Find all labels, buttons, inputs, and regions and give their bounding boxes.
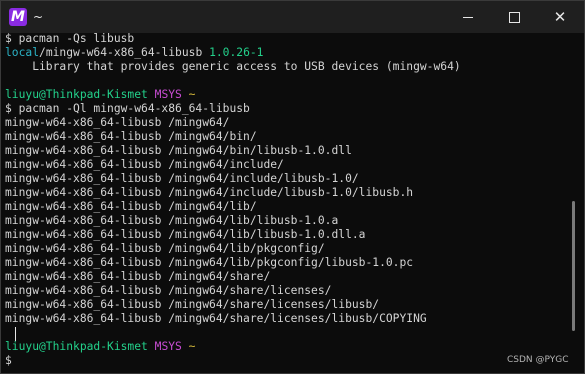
terminal-text-segment: $ pacman -Ql mingw-w64-x86_64-libusb (5, 102, 250, 115)
terminal-line: Library that provides generic access to … (5, 60, 461, 74)
terminal-line: mingw-w64-x86_64-libusb /mingw64/share/l… (5, 312, 427, 326)
terminal-line: liuyu@Thinkpad-Kismet MSYS ~ (5, 88, 195, 102)
terminal-text-segment: mingw-w64-x86_64-libusb /mingw64/bin/lib… (5, 144, 352, 157)
terminal-text-segment: $ (5, 354, 19, 367)
terminal-text-segment: /mingw-w64-x86_64-libusb (39, 46, 210, 59)
terminal-text-segment: mingw-w64-x86_64-libusb /mingw64/include… (5, 158, 284, 171)
terminal-text-segment: mingw-w64-x86_64-libusb /mingw64/share/ (5, 270, 271, 283)
terminal-text-segment: 1.0.26-1 (209, 46, 264, 59)
msys2-app-icon: M (9, 8, 27, 26)
terminal-line: local/mingw-w64-x86_64-libusb 1.0.26-1 (5, 46, 263, 60)
terminal-text-segment: local (5, 46, 40, 59)
terminal-text-segment: liuyu@Thinkpad-Kismet (5, 340, 148, 353)
title-bar[interactable]: M ~ ✕ (1, 1, 584, 33)
terminal-text-segment: mingw-w64-x86_64-libusb /mingw64/share/l… (5, 298, 380, 311)
terminal-output[interactable]: $ pacman -Qs libusb local/mingw-w64-x86_6… (5, 32, 565, 372)
terminal-line: $ (5, 354, 19, 368)
text-cursor (15, 327, 16, 341)
terminal-text-segment: mingw-w64-x86_64-libusb /mingw64/lib/pkg… (5, 256, 414, 269)
watermark: CSDN @PYGC (507, 355, 569, 365)
terminal-text-segment: mingw-w64-x86_64-libusb /mingw64/lib/ (5, 200, 257, 213)
terminal-line: mingw-w64-x86_64-libusb /mingw64/share/l… (5, 284, 331, 298)
terminal-text-segment: mingw-w64-x86_64-libusb /mingw64/share/l… (5, 284, 332, 297)
terminal-line: mingw-w64-x86_64-libusb /mingw64/ (5, 116, 229, 130)
terminal-text-segment: $ pacman -Qs libusb (5, 32, 135, 45)
terminal-text-segment: ~ (188, 88, 196, 101)
terminal-text-segment: MSYS (154, 340, 182, 353)
terminal-text-segment: mingw-w64-x86_64-libusb /mingw64/ (5, 116, 230, 129)
terminal-text-segment: mingw-w64-x86_64-libusb /mingw64/include… (5, 172, 359, 185)
terminal-line: mingw-w64-x86_64-libusb /mingw64/bin/lib… (5, 144, 352, 158)
minimize-icon (463, 16, 473, 18)
terminal-text-segment: Library that provides generic access to … (5, 60, 461, 73)
terminal-line: $ pacman -Ql mingw-w64-x86_64-libusb (5, 102, 250, 116)
terminal-line: mingw-w64-x86_64-libusb /mingw64/bin/ (5, 130, 257, 144)
terminal-line: mingw-w64-x86_64-libusb /mingw64/include… (5, 158, 284, 172)
terminal-line: liuyu@Thinkpad-Kismet MSYS ~ (5, 340, 195, 354)
terminal-line: mingw-w64-x86_64-libusb /mingw64/share/l… (5, 298, 379, 312)
terminal-line: mingw-w64-x86_64-libusb /mingw64/lib/ (5, 200, 257, 214)
terminal-line: mingw-w64-x86_64-libusb /mingw64/lib/pkg… (5, 256, 413, 270)
terminal-line: mingw-w64-x86_64-libusb /mingw64/include… (5, 172, 359, 186)
close-button[interactable]: ✕ (537, 1, 583, 33)
terminal-text-segment: mingw-w64-x86_64-libusb /mingw64/bin/ (5, 130, 257, 143)
terminal-text-segment: mingw-w64-x86_64-libusb /mingw64/lib/lib… (5, 214, 339, 227)
terminal-text-segment: MSYS (154, 88, 182, 101)
maximize-icon (508, 11, 520, 23)
terminal-text-segment: mingw-w64-x86_64-libusb /mingw64/include… (5, 186, 414, 199)
minimize-button[interactable] (445, 1, 491, 33)
terminal-text-segment: mingw-w64-x86_64-libusb /mingw64/share/l… (5, 312, 427, 325)
terminal-line: mingw-w64-x86_64-libusb /mingw64/lib/pkg… (5, 242, 325, 256)
terminal-window: M ~ ✕ $ pacman -Qs libusb local/mingw-w64… (0, 0, 585, 374)
window-title: ~ (33, 10, 44, 24)
terminal-text-segment: ~ (188, 340, 196, 353)
terminal-line: mingw-w64-x86_64-libusb /mingw64/lib/lib… (5, 214, 338, 228)
terminal-text-segment: liuyu@Thinkpad-Kismet (5, 88, 148, 101)
terminal-line: mingw-w64-x86_64-libusb /mingw64/share/ (5, 270, 270, 284)
close-icon: ✕ (553, 7, 567, 26)
terminal-line: mingw-w64-x86_64-libusb /mingw64/lib/lib… (5, 228, 365, 242)
terminal-text-segment: mingw-w64-x86_64-libusb /mingw64/lib/lib… (5, 228, 366, 241)
terminal-line: mingw-w64-x86_64-libusb /mingw64/include… (5, 186, 413, 200)
scrollbar-thumb[interactable] (572, 201, 575, 331)
terminal-text-segment: mingw-w64-x86_64-libusb /mingw64/lib/pkg… (5, 242, 325, 255)
maximize-button[interactable] (491, 1, 537, 33)
terminal-line: $ pacman -Qs libusb (5, 32, 134, 46)
